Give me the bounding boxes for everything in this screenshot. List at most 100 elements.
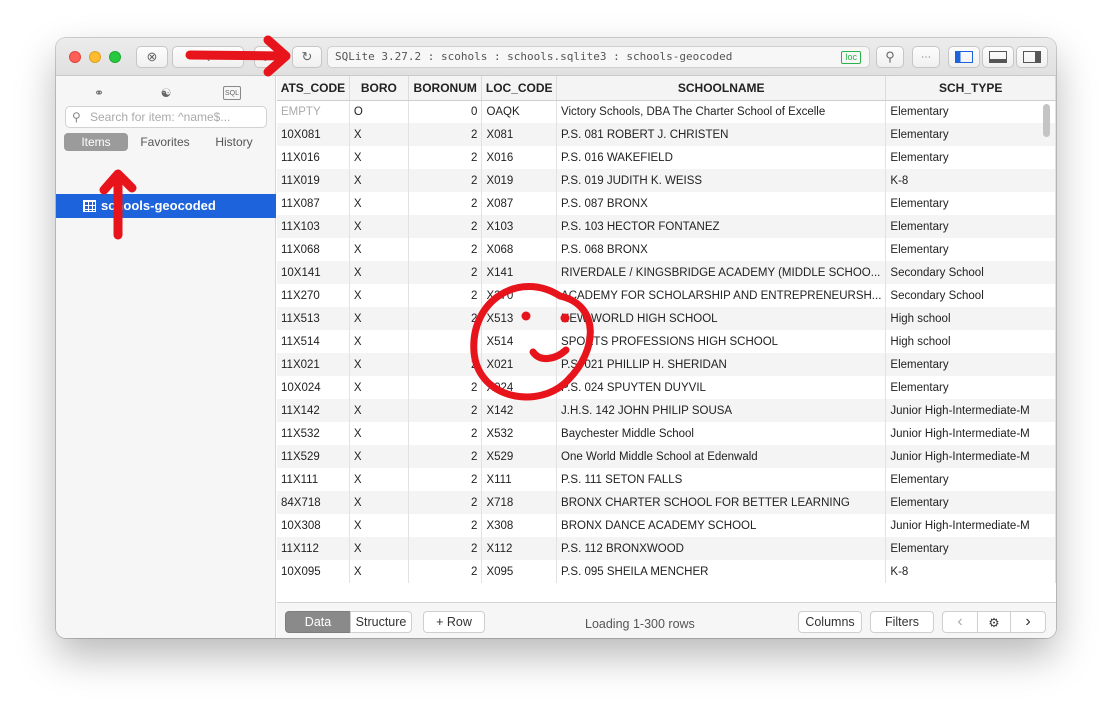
table-cell[interactable]: P.S. 087 BRONX (556, 192, 887, 215)
settings-button[interactable]: ⚙ (977, 611, 1011, 633)
table-cell[interactable]: ACADEMY FOR SCHOLARSHIP AND ENTREPRENEUR… (556, 284, 887, 307)
table-cell[interactable]: 2 (408, 376, 483, 399)
table-cell[interactable]: NEW WORLD HIGH SCHOOL (556, 307, 887, 330)
database-icon[interactable]: ☯ (157, 84, 175, 102)
table-cell[interactable]: 0 (408, 100, 483, 123)
table-cell[interactable]: X (349, 399, 409, 422)
table-cell[interactable]: Elementary (885, 238, 1056, 261)
table-cell[interactable]: X (349, 537, 409, 560)
sidebar-item-schools-geocoded[interactable]: schools-geocoded (56, 194, 276, 218)
table-cell[interactable]: 2 (408, 330, 483, 353)
table-cell[interactable]: 11X529 (277, 445, 350, 468)
table-cell[interactable]: X (349, 238, 409, 261)
table-cell[interactable]: 10X308 (277, 514, 350, 537)
table-row[interactable]: 84X718 X 2 X718 BRONX CHARTER SCHOOL FOR BET… (277, 491, 1056, 514)
table-cell[interactable]: X016 (481, 146, 558, 169)
table-cell[interactable]: 2 (408, 215, 483, 238)
table-cell[interactable]: X (349, 445, 409, 468)
table-cell[interactable]: X (349, 422, 409, 445)
column-header-boronum[interactable]: BORONUM (408, 76, 483, 101)
table-cell[interactable]: O (349, 100, 409, 123)
sidebar-search-input[interactable]: ⚲ Search for item: ^name$... (65, 106, 267, 128)
table-cell[interactable]: 10X024 (277, 376, 350, 399)
table-row[interactable]: 11X021 X 2 X021 P.S. 021 PHILLIP H. SHERIDAN… (277, 353, 1056, 376)
table-cell[interactable]: 11X016 (277, 146, 350, 169)
table-cell[interactable]: X087 (481, 192, 558, 215)
table-cell[interactable]: High school (885, 307, 1056, 330)
table-cell[interactable]: X112 (481, 537, 558, 560)
table-row[interactable]: 11X513 X 2 X513 NEW WORLD HIGH SCHOOL High sc… (277, 307, 1056, 330)
table-cell[interactable]: Baychester Middle School (556, 422, 887, 445)
table-cell[interactable]: 11X019 (277, 169, 350, 192)
table-cell[interactable]: X (349, 192, 409, 215)
table-cell[interactable]: X068 (481, 238, 558, 261)
toggle-right-panel-button[interactable] (1016, 46, 1048, 68)
table-cell[interactable]: X (349, 215, 409, 238)
table-cell[interactable]: High school (885, 330, 1056, 353)
table-cell[interactable]: SPORTS PROFESSIONS HIGH SCHOOL (556, 330, 887, 353)
previous-page-button[interactable]: ‹ (942, 611, 978, 633)
table-cell[interactable]: X142 (481, 399, 558, 422)
table-cell[interactable]: X (349, 146, 409, 169)
zoom-window-button[interactable] (109, 51, 121, 63)
table-cell[interactable]: EMPTY (277, 100, 350, 123)
column-header-sch-type[interactable]: SCH_TYPE (885, 76, 1056, 101)
table-cell[interactable]: Secondary School (885, 284, 1056, 307)
table-cell[interactable]: X (349, 468, 409, 491)
table-cell[interactable]: 2 (408, 353, 483, 376)
table-cell[interactable]: 2 (408, 192, 483, 215)
back-forward-button[interactable]: ‹ (172, 46, 244, 68)
table-cell[interactable]: P.S. 016 WAKEFIELD (556, 146, 887, 169)
table-cell[interactable]: 11X112 (277, 537, 350, 560)
tab-items[interactable]: Items (64, 133, 128, 151)
table-cell[interactable]: Junior High-Intermediate-M (885, 399, 1056, 422)
table-cell[interactable]: 11X532 (277, 422, 350, 445)
table-cell[interactable]: X (349, 514, 409, 537)
table-cell[interactable]: X (349, 376, 409, 399)
table-cell[interactable]: One World Middle School at Edenwald (556, 445, 887, 468)
toggle-left-panel-button[interactable] (948, 46, 980, 68)
table-cell[interactable]: X718 (481, 491, 558, 514)
table-cell[interactable]: Elementary (885, 146, 1056, 169)
table-cell[interactable]: X103 (481, 215, 558, 238)
tab-history[interactable]: History (202, 133, 266, 151)
plug-icon[interactable]: ⚭ (90, 84, 108, 102)
table-cell[interactable]: X513 (481, 307, 558, 330)
filters-button[interactable]: Filters (870, 611, 934, 633)
table-cell[interactable]: Elementary (885, 537, 1056, 560)
table-cell[interactable]: Junior High-Intermediate-M (885, 514, 1056, 537)
table-row[interactable]: 10X308 X 2 X308 BRONX DANCE ACADEMY SCHOOL Ju… (277, 514, 1056, 537)
table-cell[interactable]: K-8 (885, 560, 1056, 583)
table-row[interactable]: 11X514 X 2 X514 SPORTS PROFESSIONS HIGH SCHO… (277, 330, 1056, 353)
table-row[interactable]: 10X095 X 2 X095 P.S. 095 SHEILA MENCHER K-8 (277, 560, 1056, 583)
close-window-button[interactable] (69, 51, 81, 63)
column-header-ats-code[interactable]: ATS_CODE (277, 76, 350, 101)
table-cell[interactable]: 11X021 (277, 353, 350, 376)
column-header-boro[interactable]: BORO (349, 76, 409, 101)
table-cell[interactable]: 2 (408, 261, 483, 284)
table-cell[interactable]: Elementary (885, 353, 1056, 376)
table-cell[interactable]: X (349, 560, 409, 583)
table-cell[interactable]: X095 (481, 560, 558, 583)
table-cell[interactable]: BRONX CHARTER SCHOOL FOR BETTER LEARNING (556, 491, 887, 514)
table-row[interactable]: 11X111 X 2 X111 P.S. 111 SETON FALLS Elementa… (277, 468, 1056, 491)
table-cell[interactable]: 2 (408, 123, 483, 146)
table-cell[interactable]: X141 (481, 261, 558, 284)
column-header-loc-code[interactable]: LOC_CODE (481, 76, 558, 101)
table-cell[interactable]: X308 (481, 514, 558, 537)
table-cell[interactable]: 2 (408, 560, 483, 583)
table-cell[interactable]: K-8 (885, 169, 1056, 192)
table-cell[interactable]: 10X141 (277, 261, 350, 284)
table-cell[interactable]: 2 (408, 491, 483, 514)
history-button[interactable]: › (254, 46, 278, 68)
table-cell[interactable]: X (349, 353, 409, 376)
table-cell[interactable]: P.S. 095 SHEILA MENCHER (556, 560, 887, 583)
table-cell[interactable]: 2 (408, 445, 483, 468)
table-cell[interactable]: 2 (408, 537, 483, 560)
table-cell[interactable]: 2 (408, 146, 483, 169)
table-row[interactable]: 11X103 X 2 X103 P.S. 103 HECTOR FONTANEZ Elem… (277, 215, 1056, 238)
table-row[interactable]: 10X081 X 2 X081 P.S. 081 ROBERT J. CHRISTEN E… (277, 123, 1056, 146)
table-row[interactable]: 11X016 X 2 X016 P.S. 016 WAKEFIELD Elementary (277, 146, 1056, 169)
table-cell[interactable]: Elementary (885, 100, 1056, 123)
toggle-bottom-panel-button[interactable] (982, 46, 1014, 68)
